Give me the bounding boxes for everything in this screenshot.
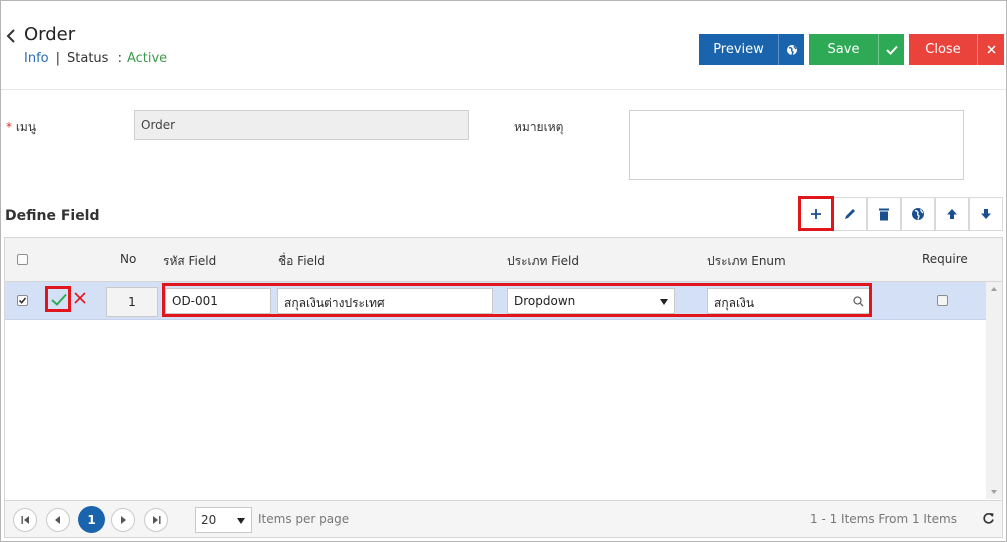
next-page-icon bbox=[121, 516, 126, 524]
menu-label: * เมนู bbox=[6, 118, 36, 137]
menu-field[interactable]: Order bbox=[134, 110, 469, 140]
search-icon[interactable] bbox=[853, 296, 864, 307]
prev-page-icon bbox=[55, 516, 60, 524]
page-number-current[interactable]: 1 bbox=[78, 506, 105, 533]
status-label: Status bbox=[67, 51, 109, 66]
field-type-value: Dropdown bbox=[514, 294, 576, 308]
chevron-down-icon bbox=[237, 518, 245, 524]
close-button[interactable]: Close bbox=[909, 34, 977, 65]
move-up-button[interactable] bbox=[935, 197, 969, 231]
status-colon: : bbox=[117, 51, 122, 66]
first-page-icon bbox=[21, 516, 29, 524]
menu-label-text: เมนู bbox=[15, 120, 37, 134]
save-button-group: Save bbox=[809, 34, 904, 65]
prev-page-button[interactable] bbox=[46, 508, 70, 532]
chevron-down-icon bbox=[660, 299, 668, 305]
row-number: 1 bbox=[106, 287, 158, 317]
require-checkbox[interactable] bbox=[937, 295, 948, 306]
cancel-row-icon[interactable] bbox=[73, 291, 87, 305]
column-enum-type[interactable]: ประเภท Enum bbox=[707, 252, 786, 271]
row-checkbox[interactable] bbox=[17, 295, 28, 306]
select-all-checkbox[interactable] bbox=[17, 254, 28, 265]
section-title: Define Field bbox=[5, 208, 100, 224]
remark-label: หมายเหตุ bbox=[514, 120, 564, 134]
table-row[interactable]: 1 OD-001 สกุลเงินต่างประเทศ Dropdown สกุ… bbox=[5, 282, 986, 320]
remark-textarea[interactable] bbox=[629, 110, 964, 180]
field-code-input[interactable]: OD-001 bbox=[165, 288, 271, 314]
edit-row-button[interactable] bbox=[833, 197, 867, 231]
column-field-code[interactable]: รหัส Field bbox=[163, 252, 216, 271]
grid-header: No รหัส Field ชื่อ Field ประเภท Field ปร… bbox=[5, 238, 1002, 282]
enum-type-value: สกุลเงิน bbox=[714, 296, 755, 310]
close-button-group: Close bbox=[909, 34, 1004, 65]
column-no[interactable]: No bbox=[120, 252, 136, 266]
delete-row-button[interactable] bbox=[867, 197, 901, 231]
status-value: Active bbox=[126, 51, 168, 66]
first-page-button[interactable] bbox=[13, 508, 37, 532]
preview-button[interactable]: Preview bbox=[699, 34, 778, 65]
page-size-select[interactable]: 20 bbox=[195, 507, 252, 533]
define-field-grid: No รหัส Field ชื่อ Field ประเภท Field ปร… bbox=[4, 237, 1003, 538]
last-page-icon bbox=[152, 516, 160, 524]
scroll-down-icon[interactable] bbox=[986, 487, 1002, 497]
page-size-value: 20 bbox=[201, 513, 217, 527]
close-icon[interactable] bbox=[977, 34, 1004, 65]
last-page-button[interactable] bbox=[144, 508, 168, 532]
move-down-button[interactable] bbox=[969, 197, 1003, 231]
field-type-select[interactable]: Dropdown bbox=[507, 288, 675, 314]
next-page-button[interactable] bbox=[111, 508, 135, 532]
vertical-scrollbar[interactable] bbox=[986, 282, 1002, 499]
items-per-page-label: Items per page bbox=[258, 512, 350, 526]
globe-icon[interactable] bbox=[778, 34, 804, 65]
info-link[interactable]: Info bbox=[24, 51, 49, 66]
page-title: Order bbox=[24, 24, 76, 45]
add-row-button[interactable] bbox=[799, 197, 833, 231]
refresh-icon[interactable] bbox=[982, 512, 996, 526]
arrow-up-icon bbox=[947, 209, 957, 219]
check-icon[interactable] bbox=[878, 34, 904, 65]
preview-button-group: Preview bbox=[699, 34, 804, 65]
required-mark: * bbox=[6, 120, 12, 134]
column-field-type[interactable]: ประเภท Field bbox=[507, 252, 579, 271]
column-field-name[interactable]: ชื่อ Field bbox=[278, 252, 325, 271]
translate-button[interactable] bbox=[901, 197, 935, 231]
trash-icon bbox=[879, 208, 889, 221]
back-arrow-icon[interactable] bbox=[4, 26, 20, 46]
arrow-down-icon bbox=[981, 209, 991, 219]
confirm-row-icon[interactable] bbox=[48, 288, 70, 310]
field-name-input[interactable]: สกุลเงินต่างประเทศ bbox=[277, 288, 493, 314]
column-require[interactable]: Require bbox=[922, 252, 968, 266]
save-button[interactable]: Save bbox=[809, 34, 878, 65]
header-divider bbox=[1, 89, 1006, 90]
status-line: Info | Status : Active bbox=[24, 51, 167, 66]
pager-summary: 1 - 1 Items From 1 Items bbox=[810, 512, 957, 526]
globe-icon bbox=[912, 208, 924, 220]
scroll-up-icon[interactable] bbox=[986, 284, 1002, 294]
pencil-icon bbox=[845, 209, 855, 219]
pager: 1 20 Items per page 1 - 1 Items From 1 I… bbox=[5, 500, 1002, 537]
plus-icon bbox=[811, 209, 821, 219]
separator: | bbox=[55, 51, 60, 66]
enum-type-lookup[interactable]: สกุลเงิน bbox=[707, 288, 870, 314]
